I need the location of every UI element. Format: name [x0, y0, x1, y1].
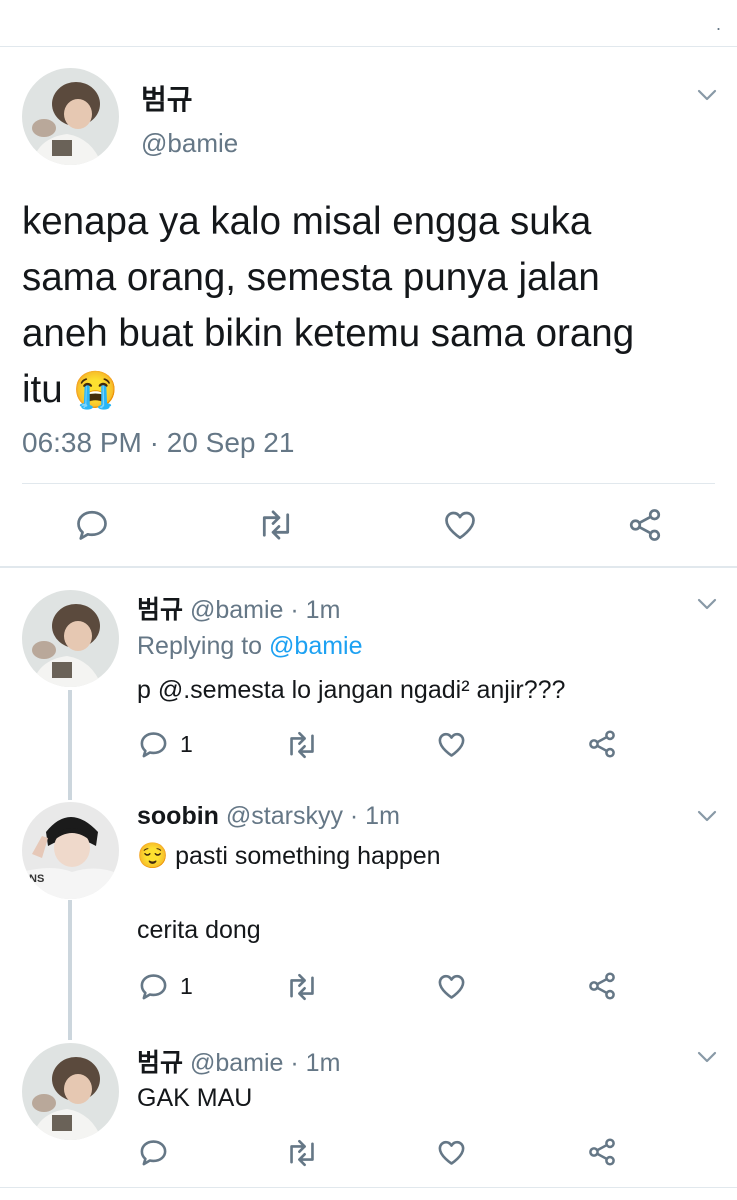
- chevron-down-icon[interactable]: [697, 1051, 717, 1063]
- bottom-divider: [0, 1187, 737, 1188]
- reply-icon[interactable]: [138, 1137, 169, 1168]
- display-name[interactable]: 범규: [137, 596, 183, 624]
- display-name[interactable]: 범규: [141, 78, 193, 118]
- reply-header: 범규 @bamie · 1m: [137, 590, 340, 626]
- like-icon[interactable]: [442, 507, 478, 543]
- chevron-down-icon[interactable]: [697, 598, 717, 610]
- timestamp[interactable]: 06:38 PM · 20 Sep 21: [22, 427, 294, 459]
- status-dot: .: [716, 14, 722, 34]
- section-divider: [0, 566, 737, 568]
- reply-icon[interactable]: [74, 507, 110, 543]
- avatar[interactable]: INS: [22, 802, 119, 899]
- like-icon[interactable]: [436, 1137, 467, 1168]
- reply-header: 범규 @bamie · 1m: [137, 1043, 340, 1079]
- avatar[interactable]: [22, 1043, 119, 1140]
- chevron-down-icon[interactable]: [697, 810, 717, 822]
- share-icon[interactable]: [586, 970, 618, 1002]
- reply-count: 1: [180, 731, 193, 757]
- crying-emoji: 😭: [73, 369, 119, 410]
- retweet-icon[interactable]: [257, 508, 295, 542]
- display-name[interactable]: 범규: [137, 1049, 183, 1077]
- reply-text: p @.semesta lo jangan ngadi² anjir???: [137, 676, 566, 704]
- reply-icon[interactable]: [138, 729, 169, 760]
- handle[interactable]: @bamie: [141, 128, 238, 159]
- like-icon[interactable]: [436, 971, 467, 1002]
- share-icon[interactable]: [586, 1136, 618, 1168]
- reply-count: 1: [180, 973, 193, 999]
- retweet-icon[interactable]: [285, 972, 319, 1002]
- tweet-line: kenapa ya kalo misal engga suka: [22, 200, 592, 243]
- tweet-line: itu 😭: [22, 362, 634, 418]
- tweet-line-text: itu: [22, 368, 63, 411]
- reply-text: 😌 pasti something happen: [137, 842, 441, 871]
- svg-text:INS: INS: [26, 873, 44, 885]
- relieved-emoji: 😌: [137, 842, 169, 870]
- handle[interactable]: @starskyy: [226, 802, 343, 830]
- retweet-icon[interactable]: [285, 1138, 319, 1168]
- display-name[interactable]: soobin: [137, 802, 219, 830]
- reply-text-line: pasti something happen: [175, 842, 441, 870]
- mention-link[interactable]: @bamie: [269, 632, 362, 660]
- share-icon[interactable]: [626, 506, 664, 544]
- tweet-line: aneh buat bikin ketemu sama orang: [22, 312, 635, 355]
- avatar[interactable]: [22, 68, 119, 165]
- handle[interactable]: @bamie: [190, 1049, 283, 1077]
- thread-line: [68, 900, 72, 1040]
- relative-time: · 1m: [290, 1049, 341, 1077]
- action-divider: [22, 483, 715, 484]
- avatar[interactable]: [22, 590, 119, 687]
- handle[interactable]: @bamie: [190, 596, 283, 624]
- reply-icon[interactable]: [138, 971, 169, 1002]
- reply-text-line: cerita dong: [137, 916, 261, 944]
- reply-text: GAK MAU: [137, 1084, 253, 1112]
- top-divider: [0, 46, 737, 47]
- share-icon[interactable]: [586, 728, 618, 760]
- tweet-text: kenapa ya kalo misal engga suka sama ora…: [22, 194, 634, 418]
- relative-time: · 1m: [349, 802, 400, 830]
- replying-to: Replying to @bamie: [137, 632, 363, 661]
- relative-time: · 1m: [290, 596, 341, 624]
- chevron-down-icon[interactable]: [697, 89, 717, 101]
- reply-header: soobin @starskyy · 1m: [137, 802, 400, 831]
- retweet-icon[interactable]: [285, 730, 319, 760]
- thread-line: [68, 690, 72, 800]
- replying-label: Replying to: [137, 632, 263, 660]
- like-icon[interactable]: [436, 729, 467, 760]
- tweet-line: sama orang, semesta punya jalan: [22, 256, 600, 299]
